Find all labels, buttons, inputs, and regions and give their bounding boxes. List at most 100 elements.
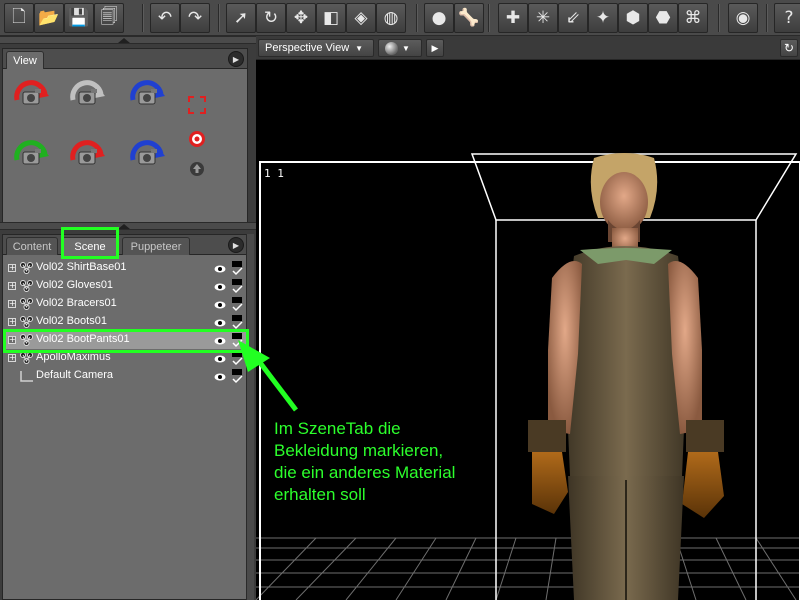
expand-toggle-icon[interactable]: + [8, 282, 16, 290]
visibility-eye-icon[interactable] [214, 300, 226, 309]
camera-node-icon [19, 369, 35, 383]
expand-toggle-icon[interactable]: + [8, 264, 16, 272]
visibility-eye-icon[interactable] [214, 372, 226, 381]
toolbar-separator [766, 4, 768, 32]
toolbar-separator [718, 4, 720, 32]
scene-tree-row[interactable]: Default Camera [3, 367, 247, 385]
viewport-header: Perspective View ▼ ▼ ▶ ↻ [256, 36, 800, 60]
new-file-icon[interactable]: 🗋 [4, 3, 34, 33]
pan-camera-icon[interactable] [125, 135, 169, 175]
create-camera-icon[interactable]: ✚ [498, 3, 528, 33]
perspective-viewport[interactable]: 1 1 [256, 60, 800, 600]
create-spotlight-icon[interactable]: ⌘ [678, 3, 708, 33]
annotation-text: Im SzeneTab die Bekleidung markieren, di… [274, 419, 456, 504]
middle-splitter[interactable] [0, 222, 256, 230]
target-icon[interactable] [187, 129, 207, 149]
display-sphere-icon [385, 41, 398, 55]
camera-view-dropdown[interactable]: Perspective View ▼ [258, 39, 374, 57]
selectable-check-icon[interactable] [231, 314, 243, 330]
panel-menu-button[interactable]: ▶ [228, 51, 244, 67]
top-splitter[interactable] [0, 36, 256, 44]
scene-item-label: Vol02 Boots01 [36, 315, 107, 327]
frame-icon[interactable] [187, 95, 207, 115]
scene-panel-tabbar: Content Scene Puppeteer ▶ [3, 235, 247, 255]
figure-node-icon [19, 351, 35, 365]
view-panel: View ▶ [2, 48, 248, 226]
display-style-dropdown[interactable]: ▼ [378, 39, 422, 57]
selected-row-highlight [3, 329, 249, 353]
scene-item-label: Vol02 Bracers01 [36, 297, 117, 309]
visibility-eye-icon[interactable] [214, 318, 226, 327]
create-shape-icon[interactable]: ⬣ [648, 3, 678, 33]
panel-menu-button[interactable]: ▶ [228, 237, 244, 253]
home-icon[interactable] [187, 159, 207, 179]
floor-grid [256, 537, 800, 600]
left-panel-column: View ▶ Content Scene Puppeteer ▶ + Vol02… [0, 36, 256, 600]
translate-camera-icon[interactable] [9, 135, 53, 175]
undo-icon[interactable]: ↶ [150, 3, 180, 33]
save-icon[interactable]: 💾 [64, 3, 94, 33]
bone-icon[interactable]: 🦴 [454, 3, 484, 33]
orbit-camera-icon[interactable] [9, 75, 53, 115]
scene-item-label: Vol02 Gloves01 [36, 279, 114, 291]
visibility-eye-icon[interactable] [214, 264, 226, 273]
toolbar-separator [416, 4, 418, 32]
create-light-icon[interactable]: ✳ [528, 3, 558, 33]
figure-node-icon [19, 279, 35, 293]
scale-icon[interactable]: ◧ [316, 3, 346, 33]
app-window: 🗋 📂 💾 🗐 ↶ ↷ ➚ ↻ ✥ ◧ ◈ ◍ ● 🦴 ✚ ✳ ⇙ ✦ ⬢ ⬣ ⌘ ◉? View ▶ [0, 0, 800, 600]
selectable-check-icon[interactable] [231, 278, 243, 294]
world-icon[interactable]: ◉ [728, 3, 758, 33]
select-arrow-icon[interactable]: ➚ [226, 3, 256, 33]
viewport-menu-button[interactable]: ▶ [426, 39, 444, 57]
refresh-icon: ↻ [783, 41, 795, 55]
figure-node-icon [19, 261, 35, 275]
scene-panel: Content Scene Puppeteer ▶ + Vol02 ShirtBa… [2, 234, 248, 600]
create-point-light-icon[interactable]: ✦ [588, 3, 618, 33]
toolbar-separator [488, 4, 490, 32]
visibility-eye-icon[interactable] [214, 354, 226, 363]
dolly-camera-icon[interactable] [65, 135, 109, 175]
tab-view[interactable]: View [6, 51, 44, 69]
scene-tree-row[interactable]: + Vol02 ShirtBase01 [3, 259, 247, 277]
viewport-options-button[interactable]: ↻ [780, 39, 798, 57]
selectable-check-icon[interactable] [231, 296, 243, 312]
play-icon: ▶ [431, 42, 439, 53]
tab-content[interactable]: Content [6, 237, 58, 255]
toolbar-separator [218, 4, 220, 32]
main-toolbar: 🗋 📂 💾 🗐 ↶ ↷ ➚ ↻ ✥ ◧ ◈ ◍ ● 🦴 ✚ ✳ ⇙ ✦ ⬢ ⬣ ⌘ ◉? [0, 0, 800, 36]
render-icon[interactable]: ● [424, 3, 454, 33]
roll-camera-icon[interactable] [125, 75, 169, 115]
toolbar-separator [142, 4, 144, 32]
open-folder-icon[interactable]: 📂 [34, 3, 64, 33]
viewport-scene [256, 153, 800, 600]
figure-node-icon [19, 315, 35, 329]
create-primitive-icon[interactable]: ⬢ [618, 3, 648, 33]
help-icon[interactable]: ? [774, 3, 800, 33]
scene-tree-row[interactable]: + Vol02 Gloves01 [3, 277, 247, 295]
expand-toggle-icon[interactable]: + [8, 300, 16, 308]
selectable-check-icon[interactable] [231, 260, 243, 276]
scene-tree: + Vol02 ShirtBase01 + Vol02 Gloves01 + Vol02 … [3, 255, 247, 599]
tab-puppeteer[interactable]: Puppeteer [122, 237, 190, 255]
expand-toggle-icon[interactable]: + [8, 354, 16, 362]
viewport-overlay-text: 1 1 [264, 167, 284, 180]
move-icon[interactable]: ✥ [286, 3, 316, 33]
scene-scrollbar[interactable] [246, 234, 254, 600]
expand-toggle-icon[interactable]: + [8, 318, 16, 326]
scene-tree-row[interactable]: + Vol02 Bracers01 [3, 295, 247, 313]
zoom-frame-camera-icon[interactable] [65, 75, 109, 115]
visibility-eye-icon[interactable] [214, 282, 226, 291]
scene-item-label: Vol02 ShirtBase01 [36, 261, 127, 273]
redo-icon[interactable]: ↷ [180, 3, 210, 33]
save-as-icon[interactable]: 🗐 [94, 3, 124, 33]
selectable-check-icon[interactable] [231, 368, 243, 384]
create-distant-light-icon[interactable]: ⇙ [558, 3, 588, 33]
rotate-icon[interactable]: ↻ [256, 3, 286, 33]
scene-item-label: Default Camera [36, 369, 114, 381]
surface-select-icon[interactable]: ◈ [346, 3, 376, 33]
view-panel-tabbar: View ▶ [3, 49, 247, 69]
render-frame [259, 161, 800, 600]
render-region-icon[interactable]: ◍ [376, 3, 406, 33]
figure-node-icon [19, 297, 35, 311]
